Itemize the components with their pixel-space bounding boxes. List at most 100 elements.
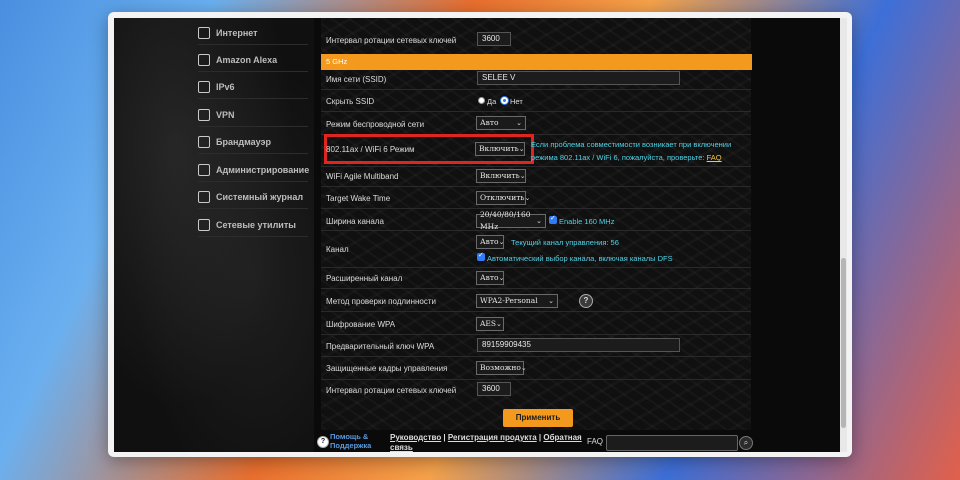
chevron-down-icon: ⌄ [516, 119, 522, 127]
auth-label: Метод проверки подлинности [326, 297, 436, 306]
firewall-icon [198, 136, 210, 148]
multiband-label: WiFi Agile Multiband [326, 172, 399, 181]
rotation-input[interactable]: 3600 [477, 382, 511, 396]
wifi6-mode-select[interactable]: Включить ⌄ [475, 142, 525, 156]
chevron-down-icon: ⌄ [520, 364, 527, 372]
wifi6-mode-value: Включить [479, 144, 519, 153]
ssid-input[interactable]: SELEE V [477, 71, 680, 85]
wireless-mode-label: Режим беспроводной сети [326, 120, 425, 129]
psk-input[interactable]: 89159909435 [477, 338, 680, 352]
sidebar-item-internet[interactable]: Интернет [198, 22, 308, 45]
multiband-select[interactable]: Включить ⌄ [476, 169, 526, 183]
bandwidth-label: Ширина канала [326, 217, 384, 226]
twt-value: Отключить [480, 193, 525, 202]
sidebar-item-label: Системный журнал [216, 192, 304, 202]
encryption-select[interactable]: AES ⌄ [476, 317, 504, 331]
wireless-mode-value: Авто [480, 118, 499, 127]
wifi6-note-line2: режима 802.11ax / WiFi 6, пожалуйста, пр… [531, 153, 722, 162]
chevron-down-icon: ⌄ [548, 297, 554, 305]
auth-select[interactable]: WPA2-Personal ⌄ [476, 294, 558, 308]
hide-ssid-yes-radio[interactable] [478, 97, 485, 104]
help-question-icon[interactable]: ? [579, 294, 593, 308]
dfs-label: Автоматический выбор канала, включая кан… [487, 254, 673, 263]
chevron-down-icon: ⌄ [519, 172, 526, 180]
row-divider [321, 267, 751, 268]
ext-channel-select[interactable]: Авто ⌄ [476, 271, 504, 285]
bandwidth-select[interactable]: 20/40/80/160 MHz ⌄ [476, 210, 546, 231]
ext-channel-label: Расширенный канал [326, 274, 403, 283]
pmf-value: Возможно [480, 363, 521, 372]
register-link[interactable]: Регистрация продукта [448, 433, 537, 442]
multiband-value: Включить [480, 171, 520, 180]
router-admin-page: Интернет Amazon Alexa IPv6 VPN Брандмауэ… [114, 18, 847, 452]
encryption-value: AES [480, 319, 497, 328]
psk-label: Предварительный ключ WPA [326, 342, 435, 351]
channel-select[interactable]: Авто ⌄ [476, 235, 504, 249]
hide-ssid-yes-label: Да [487, 97, 497, 106]
sidebar-item-label: VPN [216, 110, 235, 120]
help-link-line2: Поддержка [330, 441, 372, 450]
row-divider [321, 311, 751, 312]
channel-value: Авто [480, 237, 499, 246]
chevron-down-icon: ⌄ [524, 194, 531, 202]
help-support-link[interactable]: Помощь & Поддержка [330, 432, 371, 450]
top-rotation-input[interactable]: 3600 [477, 32, 511, 46]
row-divider [321, 334, 751, 335]
hide-ssid-no-radio[interactable] [501, 97, 508, 104]
top-rotation-label: Интервал ротации сетевых ключей [326, 36, 457, 45]
wifi6-mode-label: 802.11ax / WiFi 6 Режим [326, 145, 415, 154]
sidebar-item-vpn[interactable]: VPN [198, 104, 308, 127]
row-divider [321, 288, 751, 289]
sidebar-item-alexa[interactable]: Amazon Alexa [198, 49, 308, 72]
globe-icon [198, 27, 210, 39]
row-divider [321, 111, 751, 112]
admin-icon [198, 164, 210, 176]
search-icon[interactable]: ⌕ [739, 436, 753, 450]
row-divider [321, 230, 751, 231]
sidebar-item-ipv6[interactable]: IPv6 [198, 76, 308, 99]
sidebar-item-label: Интернет [216, 28, 258, 38]
channel-label: Канал [326, 245, 349, 254]
hide-ssid-label: Скрыть SSID [326, 97, 375, 106]
footer-links: Руководство | Регистрация продукта | Обр… [390, 433, 582, 442]
encryption-label: Шифрование WPA [326, 320, 396, 329]
row-divider [321, 89, 751, 90]
chevron-down-icon: ⌄ [498, 238, 505, 246]
row-divider [321, 356, 751, 357]
pmf-label: Защищенные кадры управления [326, 364, 448, 373]
sidebar-item-network-tools[interactable]: Сетевые утилиты [198, 214, 308, 237]
hide-ssid-no-label: Нет [510, 97, 523, 106]
enable-160-checkbox[interactable] [549, 214, 557, 224]
manual-link[interactable]: Руководство [390, 433, 441, 442]
sidebar-item-administration[interactable]: Администрирование [198, 159, 310, 182]
wireless-mode-select[interactable]: Авто ⌄ [476, 116, 526, 130]
sidebar-item-label: IPv6 [216, 82, 235, 92]
help-icon: ? [317, 436, 329, 448]
sidebar-item-system-log[interactable]: Системный журнал [198, 186, 308, 209]
wifi6-faq-link[interactable]: FAQ [707, 153, 722, 162]
alexa-icon [198, 54, 210, 66]
faq-label: FAQ [587, 437, 604, 446]
row-divider [321, 186, 751, 187]
apply-button[interactable]: Применить [503, 409, 573, 427]
current-channel-note: Текущий канал управления: 56 [511, 238, 619, 247]
chevron-down-icon: ⌄ [496, 320, 502, 328]
sidebar-item-label: Брандмауэр [216, 137, 272, 147]
twt-label: Target Wake Time [326, 194, 391, 203]
pmf-select[interactable]: Возможно ⌄ [476, 361, 527, 375]
sidebar-item-firewall[interactable]: Брандмауэр [198, 131, 308, 154]
ssid-label: Имя сети (SSID) [326, 75, 387, 84]
chevron-down-icon: ⌄ [518, 145, 525, 153]
feedback-link-line2[interactable]: связь [390, 443, 413, 452]
sidebar-item-label: Администрирование [216, 165, 310, 175]
ipv6-icon [198, 81, 210, 93]
log-icon [198, 191, 210, 203]
twt-select[interactable]: Отключить ⌄ [476, 191, 530, 205]
feedback-link[interactable]: Обратная [543, 433, 581, 442]
scrollbar-thumb[interactable] [841, 258, 846, 428]
wifi6-note-text: режима 802.11ax / WiFi 6, пожалуйста, пр… [531, 153, 705, 162]
faq-search-input[interactable] [606, 435, 738, 451]
rotation-label: Интервал ротации сетевых ключей [326, 386, 457, 395]
vpn-icon [198, 109, 210, 121]
dfs-checkbox[interactable] [477, 251, 485, 261]
